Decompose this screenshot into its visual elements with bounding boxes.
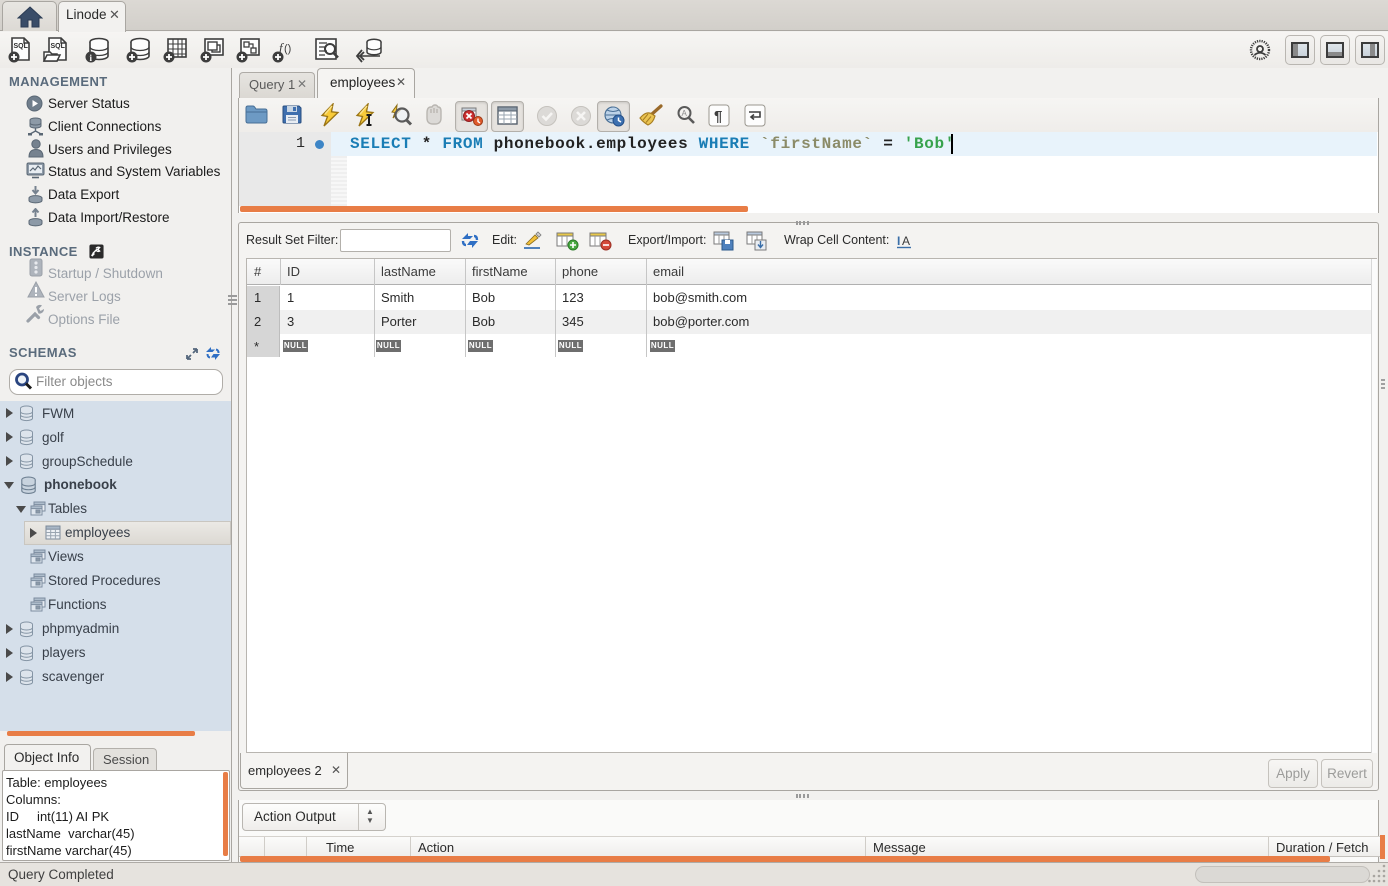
svg-text:A: A <box>902 234 910 248</box>
svg-text:A: A <box>682 109 688 118</box>
svg-text:I: I <box>897 234 900 248</box>
svg-text:(): () <box>284 43 291 55</box>
svg-text:¶: ¶ <box>714 108 722 125</box>
svg-text:SQL: SQL <box>51 43 66 50</box>
svg-text:SQL: SQL <box>14 43 29 50</box>
